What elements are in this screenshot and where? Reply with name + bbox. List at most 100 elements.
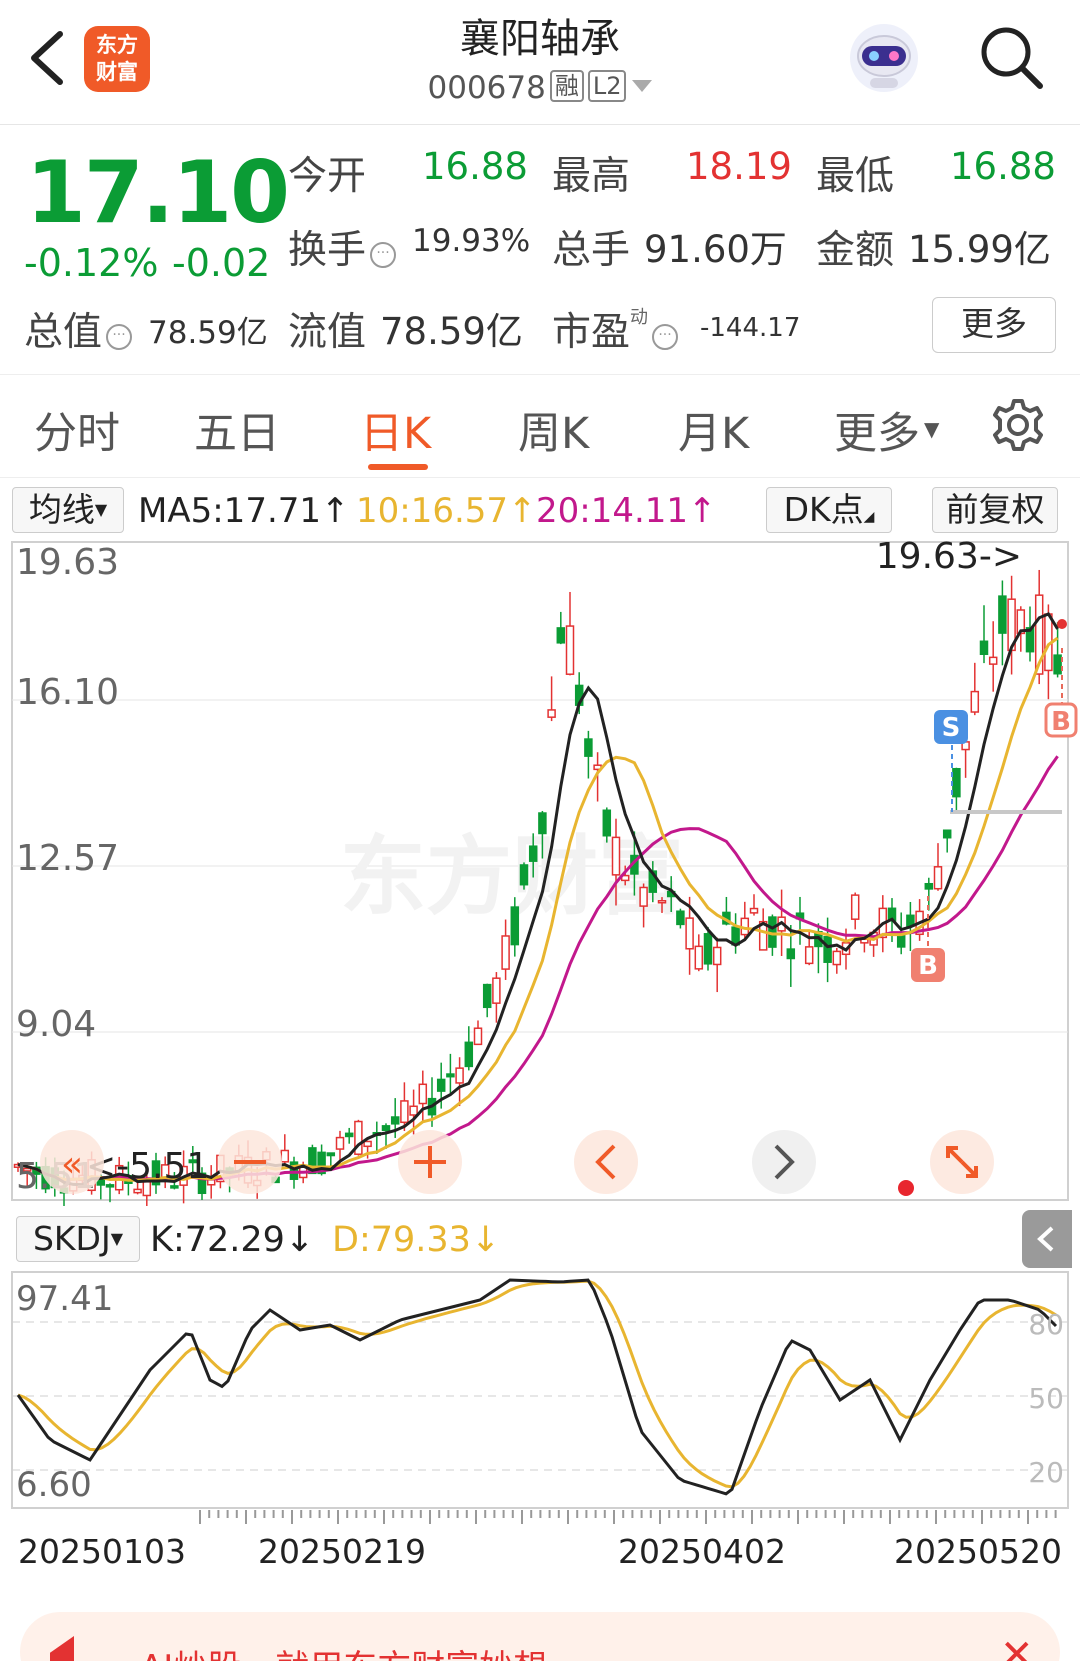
candle-body bbox=[850, 894, 860, 920]
date-ticks bbox=[199, 1510, 1057, 1524]
candle-body bbox=[418, 1083, 428, 1105]
next-button[interactable] bbox=[752, 1130, 816, 1194]
level2-tag: L2 bbox=[587, 70, 627, 102]
kdj-selector[interactable]: SKDJ▼ bbox=[16, 1216, 140, 1262]
float-label: 流值 bbox=[288, 310, 367, 355]
dropdown-icon[interactable] bbox=[632, 80, 653, 92]
date-label: 20250520 bbox=[894, 1532, 1062, 1571]
candle-body bbox=[326, 1152, 336, 1157]
indicator-selector[interactable]: 均线▼ bbox=[12, 487, 124, 533]
skdj-chart[interactable]: 97.41 6.60 80 50 20 bbox=[0, 1270, 1080, 1510]
app-logo[interactable]: 东方财富 bbox=[84, 26, 150, 92]
candle-body bbox=[998, 595, 1007, 634]
quote-panel: 17.10 -0.12% -0.02 今开 16.88 最高 18.19 最低 … bbox=[0, 125, 1080, 375]
kdj-d-value: D:79.33↓ bbox=[332, 1220, 501, 1260]
close-icon[interactable]: ✕ bbox=[1000, 1632, 1034, 1661]
turnover-value: 19.93% bbox=[412, 223, 531, 259]
last-price: 17.10 bbox=[26, 143, 290, 243]
logo-text: 东方财富 bbox=[96, 33, 138, 84]
high-label: 最高 bbox=[552, 154, 631, 199]
open-label: 今开 bbox=[288, 154, 367, 199]
candle-body bbox=[804, 946, 814, 965]
candle-body bbox=[436, 1078, 446, 1092]
candle-body bbox=[712, 946, 722, 966]
candle-body bbox=[703, 933, 713, 965]
tab-weekly-k[interactable]: 周K bbox=[518, 399, 589, 461]
change-amount: -0.02 bbox=[172, 241, 271, 285]
candle-body bbox=[464, 1041, 474, 1068]
prev-button[interactable] bbox=[574, 1130, 638, 1194]
fullscreen-button[interactable] bbox=[930, 1130, 994, 1194]
ma-legend-row: 均线▼ MA5:17.71↑ 10:16.57↑ 20:14.11↑ DK点◢ … bbox=[0, 483, 1080, 533]
candle-body bbox=[280, 1149, 290, 1163]
ma5-value: MA5:17.71↑ bbox=[138, 491, 350, 531]
date-label: 20250219 bbox=[258, 1532, 426, 1571]
tab-monthly-k[interactable]: 月K bbox=[678, 399, 749, 461]
stock-code: 000678 bbox=[427, 70, 546, 106]
caret-down-icon: ▼ bbox=[94, 500, 108, 519]
turnover-label[interactable]: 换手 ··· bbox=[288, 219, 400, 275]
date-axis: 20250103 20250219 20250402 20250520 bbox=[0, 1510, 1080, 1580]
adjust-button[interactable]: 前复权 bbox=[932, 487, 1058, 533]
info-icon[interactable]: ··· bbox=[652, 324, 679, 350]
low-value: 16.88 bbox=[950, 145, 1056, 188]
double-left-icon: « bbox=[61, 1144, 83, 1185]
candle-body bbox=[501, 935, 510, 970]
info-icon[interactable]: ··· bbox=[370, 242, 397, 268]
tab-five-day[interactable]: 五日 bbox=[194, 399, 280, 461]
ai-promo-banner[interactable]: AI炒股，就用东方财富妙想 ✕ bbox=[20, 1612, 1060, 1661]
volume-value: 91.60万 bbox=[644, 228, 787, 271]
candlestick-chart[interactable]: 东方财富 S B B 19.63 16.10 12.57 9.04 5.51 1… bbox=[0, 536, 1080, 1206]
tab-more-label: 更多 bbox=[834, 409, 920, 459]
candle-body bbox=[896, 934, 906, 948]
candle-body bbox=[933, 866, 943, 890]
pe-label[interactable]: 市盈动··· bbox=[552, 301, 682, 357]
banner-text: AI炒股，就用东方财富妙想 bbox=[140, 1640, 547, 1661]
candle-body bbox=[685, 917, 694, 950]
kdj-k-value: K:72.29↓ bbox=[150, 1220, 315, 1260]
more-quote-button[interactable]: 更多 bbox=[932, 297, 1056, 353]
candle-body bbox=[676, 910, 685, 926]
date-label: 20250103 bbox=[18, 1532, 186, 1571]
zoom-out-button[interactable]: « bbox=[40, 1130, 104, 1194]
candle-body bbox=[446, 1073, 455, 1078]
minus-button[interactable] bbox=[218, 1130, 282, 1194]
mktcap-label[interactable]: 总值 ··· bbox=[24, 301, 136, 357]
kdj-frame bbox=[11, 1271, 1069, 1509]
caret-down-icon: ▼ bbox=[924, 417, 940, 441]
candle-body bbox=[979, 640, 989, 655]
ref-label-20: 20 bbox=[1028, 1456, 1064, 1489]
search-icon[interactable] bbox=[976, 22, 1048, 94]
mktcap-value: 78.59亿 bbox=[148, 315, 268, 351]
candle-body bbox=[639, 886, 648, 907]
info-icon[interactable]: ··· bbox=[106, 324, 133, 350]
open-value: 16.88 bbox=[422, 145, 528, 188]
stock-name: 襄阳轴承 bbox=[460, 16, 620, 62]
plus-button[interactable] bbox=[398, 1130, 462, 1194]
pe-value: -144.17 bbox=[700, 313, 801, 343]
candle-body bbox=[602, 809, 612, 837]
candle-body bbox=[832, 950, 842, 966]
candle-body bbox=[547, 709, 556, 718]
candle-body bbox=[363, 1140, 372, 1148]
candle-body bbox=[556, 627, 566, 644]
caret-down-icon: ▼ bbox=[110, 1229, 124, 1248]
top-bar: 东方财富 襄阳轴承 000678 融 L2 bbox=[0, 0, 1080, 125]
ai-robot-icon[interactable] bbox=[846, 20, 922, 96]
tab-intraday[interactable]: 分时 bbox=[34, 399, 120, 461]
tab-daily-k[interactable]: 日K bbox=[360, 399, 431, 461]
candle-body bbox=[344, 1132, 354, 1138]
gear-icon[interactable] bbox=[990, 397, 1046, 453]
back-arrow-icon[interactable] bbox=[22, 28, 72, 88]
kdj-legend-row: SKDJ▼ K:72.29↓ D:79.33↓ bbox=[0, 1210, 1080, 1270]
candle-body bbox=[538, 812, 547, 835]
chart-period-tabs: 分时 五日 日K 周K 月K 更多 ▼ bbox=[0, 375, 1080, 478]
stock-code-line[interactable]: 000678 融 L2 bbox=[340, 70, 740, 106]
ma20-value: 20:14.11↑ bbox=[536, 491, 717, 531]
kdj-axis-top: 97.41 bbox=[16, 1279, 113, 1319]
collapse-panel-button[interactable] bbox=[1022, 1210, 1072, 1268]
candle-body bbox=[482, 983, 492, 1009]
tab-more[interactable]: 更多 ▼ bbox=[834, 399, 939, 461]
margin-tag: 融 bbox=[549, 70, 584, 102]
dk-point-button[interactable]: DK点◢ bbox=[766, 487, 892, 533]
